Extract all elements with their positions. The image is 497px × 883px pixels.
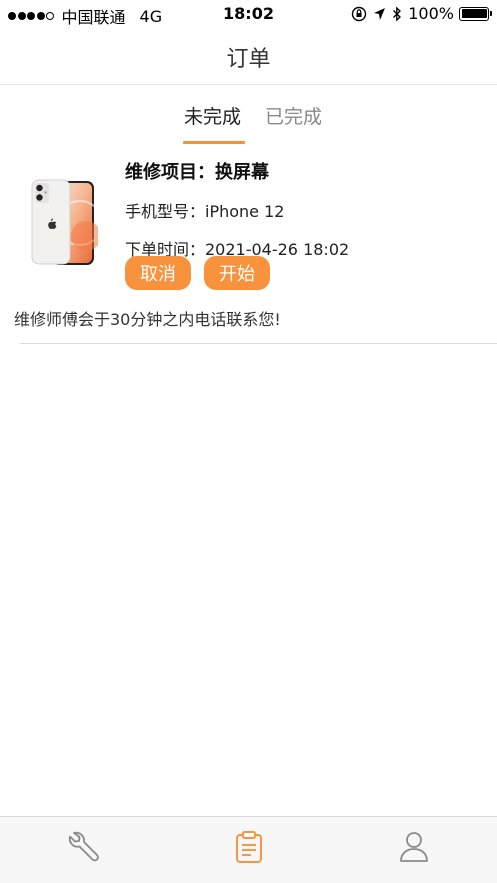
wrench-icon: [68, 831, 99, 862]
network-type: 4G: [139, 6, 163, 26]
clipboard-icon: [236, 831, 262, 863]
signal-strength-icon: [8, 12, 56, 20]
tab-bar-profile[interactable]: [394, 827, 434, 867]
page-title: 订单: [226, 47, 271, 72]
bluetooth-icon: [393, 5, 402, 22]
battery-fill: [461, 9, 487, 18]
divider: [20, 343, 497, 344]
start-button[interactable]: 开始: [204, 256, 270, 290]
bottom-tab-bar: [0, 816, 497, 883]
contact-notice: 维修师傅会于30分钟之内电话联系您!: [14, 310, 281, 329]
repair-item-title: 维修项目：换屏幕: [125, 162, 269, 183]
iphone-product-image: [31, 179, 98, 265]
navigation-bar: 订单: [0, 30, 497, 85]
cancel-button[interactable]: 取消: [125, 256, 191, 290]
user-icon: [400, 832, 428, 862]
tab-incomplete[interactable]: 未完成: [184, 102, 241, 129]
active-tab-indicator: [183, 141, 245, 144]
order-actions: 取消 开始: [125, 256, 283, 290]
tab-completed[interactable]: 已完成: [265, 102, 322, 129]
battery-percent: 100%: [408, 4, 454, 23]
app-screen: 中国联通 4G 18:02 100% 订单 未完成 已完成 维修项目：换屏幕 手…: [0, 0, 497, 883]
status-bar: 中国联通 4G 18:02 100%: [0, 0, 497, 30]
tab-bar-orders[interactable]: [229, 827, 269, 867]
order-status-tabs: 未完成 已完成: [0, 98, 497, 144]
phone-model-text: 手机型号：iPhone 12: [125, 202, 285, 221]
battery-icon: [459, 6, 492, 21]
carrier-name: 中国联通: [61, 8, 126, 27]
order-info: 维修项目：换屏幕 手机型号：iPhone 12 下单时间：2021-04-26 …: [125, 158, 349, 260]
status-right: 100%: [351, 4, 492, 23]
status-left: 中国联通 4G: [8, 4, 162, 28]
tab-bar-repair[interactable]: [63, 827, 103, 867]
orientation-lock-icon: [352, 6, 367, 21]
location-arrow-icon: [374, 7, 386, 20]
